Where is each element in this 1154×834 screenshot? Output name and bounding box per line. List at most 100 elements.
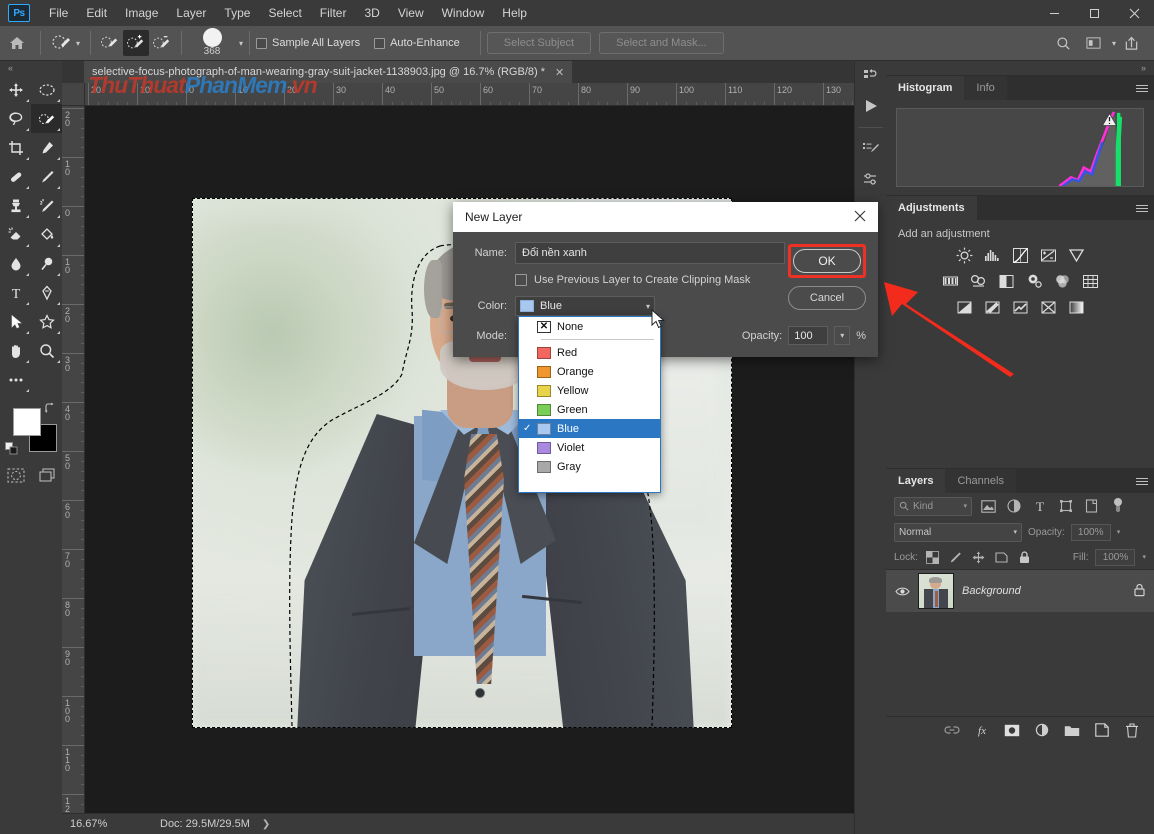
layer-thumbnail[interactable] xyxy=(918,573,954,609)
layer-color-dropdown[interactable]: ✕ None Red Orange Yellow Green ✓ Blue Vi… xyxy=(518,316,661,493)
workspace-icon[interactable] xyxy=(1079,28,1109,58)
lock-all-icon[interactable] xyxy=(1017,549,1033,565)
dropdown-item-yellow[interactable]: Yellow xyxy=(519,381,660,400)
blur-tool[interactable] xyxy=(0,249,31,278)
maximize-button[interactable] xyxy=(1074,0,1114,26)
opacity-value[interactable]: 100% xyxy=(1070,523,1111,541)
new-layer-icon[interactable] xyxy=(1094,722,1110,738)
status-expand-icon[interactable]: ❯ xyxy=(262,819,270,830)
menu-type[interactable]: Type xyxy=(215,2,259,24)
table-row[interactable]: Background xyxy=(886,570,1154,612)
actions-list-icon[interactable] xyxy=(855,134,887,164)
lasso-tool[interactable] xyxy=(0,104,31,133)
new-fill-adjustment-icon[interactable] xyxy=(1034,722,1050,738)
quick-mask-icon[interactable] xyxy=(0,462,31,488)
minimize-button[interactable] xyxy=(1034,0,1074,26)
subtract-from-selection-mode-button[interactable] xyxy=(149,30,175,56)
eyedropper-tool[interactable] xyxy=(31,133,62,162)
opacity-chevron-down-icon[interactable]: ▾ xyxy=(1117,528,1121,536)
dropdown-item-violet[interactable]: Violet xyxy=(519,438,660,457)
dropdown-item-green[interactable]: Green xyxy=(519,400,660,419)
close-button[interactable] xyxy=(1114,0,1154,26)
crop-tool[interactable] xyxy=(0,133,31,162)
edit-toolbar-tool[interactable] xyxy=(0,365,31,394)
close-icon[interactable] xyxy=(854,209,866,225)
menu-file[interactable]: File xyxy=(40,2,77,24)
sample-all-layers-checkbox[interactable]: Sample All Layers xyxy=(256,37,360,49)
menu-filter[interactable]: Filter xyxy=(311,2,356,24)
menu-view[interactable]: View xyxy=(389,2,433,24)
play-actions-icon[interactable] xyxy=(855,91,887,121)
menu-3d[interactable]: 3D xyxy=(355,2,388,24)
filter-adjustment-icon[interactable] xyxy=(1004,496,1024,516)
marquee-tool[interactable] xyxy=(31,75,62,104)
filter-pixel-icon[interactable] xyxy=(978,496,998,516)
layer-lock-icon[interactable] xyxy=(1133,583,1146,600)
layer-mask-icon[interactable] xyxy=(1004,722,1020,738)
menu-layer[interactable]: Layer xyxy=(167,2,215,24)
black-white-icon[interactable] xyxy=(997,272,1016,291)
add-to-selection-mode-button[interactable] xyxy=(123,30,150,56)
color-lookup-icon[interactable] xyxy=(1081,272,1100,291)
pen-tool[interactable] xyxy=(31,278,62,307)
default-colors-icon[interactable] xyxy=(5,442,18,458)
layer-color-select[interactable]: Blue ▾ xyxy=(515,296,655,316)
healing-brush-tool[interactable] xyxy=(0,162,31,191)
menu-image[interactable]: Image xyxy=(116,2,167,24)
swap-colors-icon[interactable] xyxy=(44,402,57,418)
adjustments-panel-menu-icon[interactable] xyxy=(1130,196,1154,220)
screen-mode-icon[interactable] xyxy=(31,462,62,488)
menu-edit[interactable]: Edit xyxy=(77,2,116,24)
filter-smart-object-icon[interactable] xyxy=(1082,496,1102,516)
eraser-tool[interactable] xyxy=(0,220,31,249)
filter-shape-icon[interactable] xyxy=(1056,496,1076,516)
cancel-button[interactable]: Cancel xyxy=(788,286,866,310)
chevron-down-icon[interactable]: ▾ xyxy=(646,302,650,311)
new-group-icon[interactable] xyxy=(1064,722,1080,738)
brightness-contrast-icon[interactable] xyxy=(955,246,974,265)
channel-mixer-icon[interactable] xyxy=(1053,272,1072,291)
layer-filter-kind-select[interactable]: Kind ▾ xyxy=(894,496,972,516)
hand-tool[interactable] xyxy=(0,336,31,365)
layer-name-input[interactable]: Đổi nền xanh xyxy=(515,242,785,264)
tab-adjustments[interactable]: Adjustments xyxy=(886,196,977,220)
tab-histogram[interactable]: Histogram xyxy=(886,76,965,100)
filter-toggle-icon[interactable] xyxy=(1108,496,1128,516)
type-tool[interactable]: T xyxy=(0,278,31,307)
link-layers-icon[interactable] xyxy=(944,722,960,738)
zoom-level[interactable]: 16.67% xyxy=(62,818,122,830)
fill-chevron-down-icon[interactable]: ▾ xyxy=(1142,553,1146,561)
delete-layer-icon[interactable] xyxy=(1124,722,1140,738)
vertical-ruler[interactable]: 20100102030405060708090100110120 xyxy=(62,106,85,813)
new-selection-mode-button[interactable] xyxy=(97,30,123,56)
toolbar-collapse-button[interactable]: « xyxy=(0,61,62,75)
menu-window[interactable]: Window xyxy=(433,2,494,24)
share-icon[interactable] xyxy=(1116,28,1146,58)
filter-type-icon[interactable]: T xyxy=(1030,496,1050,516)
tool-preset-picker[interactable]: ▾ xyxy=(47,33,84,53)
select-and-mask-button[interactable]: Select and Mask... xyxy=(599,32,724,54)
select-subject-button[interactable]: Select Subject xyxy=(486,32,592,54)
vibrance-icon[interactable] xyxy=(1067,246,1086,265)
color-balance-icon[interactable] xyxy=(969,272,988,291)
fill-value[interactable]: 100% xyxy=(1095,548,1136,566)
layer-style-fx-icon[interactable]: fx xyxy=(974,722,990,738)
brush-size-picker[interactable]: 368 xyxy=(192,27,232,57)
layers-panel-menu-icon[interactable] xyxy=(1130,469,1154,493)
hue-saturation-icon[interactable] xyxy=(941,272,960,291)
tab-info[interactable]: Info xyxy=(964,76,1007,100)
panel-expand-button[interactable]: » xyxy=(886,61,1154,75)
brush-tool[interactable] xyxy=(31,162,62,191)
close-icon[interactable]: ✕ xyxy=(555,66,564,79)
chevron-down-icon[interactable]: ▾ xyxy=(963,502,967,510)
cached-data-warning-icon[interactable] xyxy=(1101,112,1118,126)
menu-select[interactable]: Select xyxy=(259,2,310,24)
curves-icon[interactable] xyxy=(1011,246,1030,265)
document-tab[interactable]: selective-focus-photograph-of-man-wearin… xyxy=(84,61,573,83)
layer-name[interactable]: Background xyxy=(962,585,1125,597)
posterize-icon[interactable] xyxy=(983,298,1002,317)
move-tool[interactable] xyxy=(0,75,31,104)
dodge-tool[interactable] xyxy=(31,249,62,278)
properties-icon[interactable] xyxy=(855,164,887,194)
selective-color-icon[interactable] xyxy=(1039,298,1058,317)
